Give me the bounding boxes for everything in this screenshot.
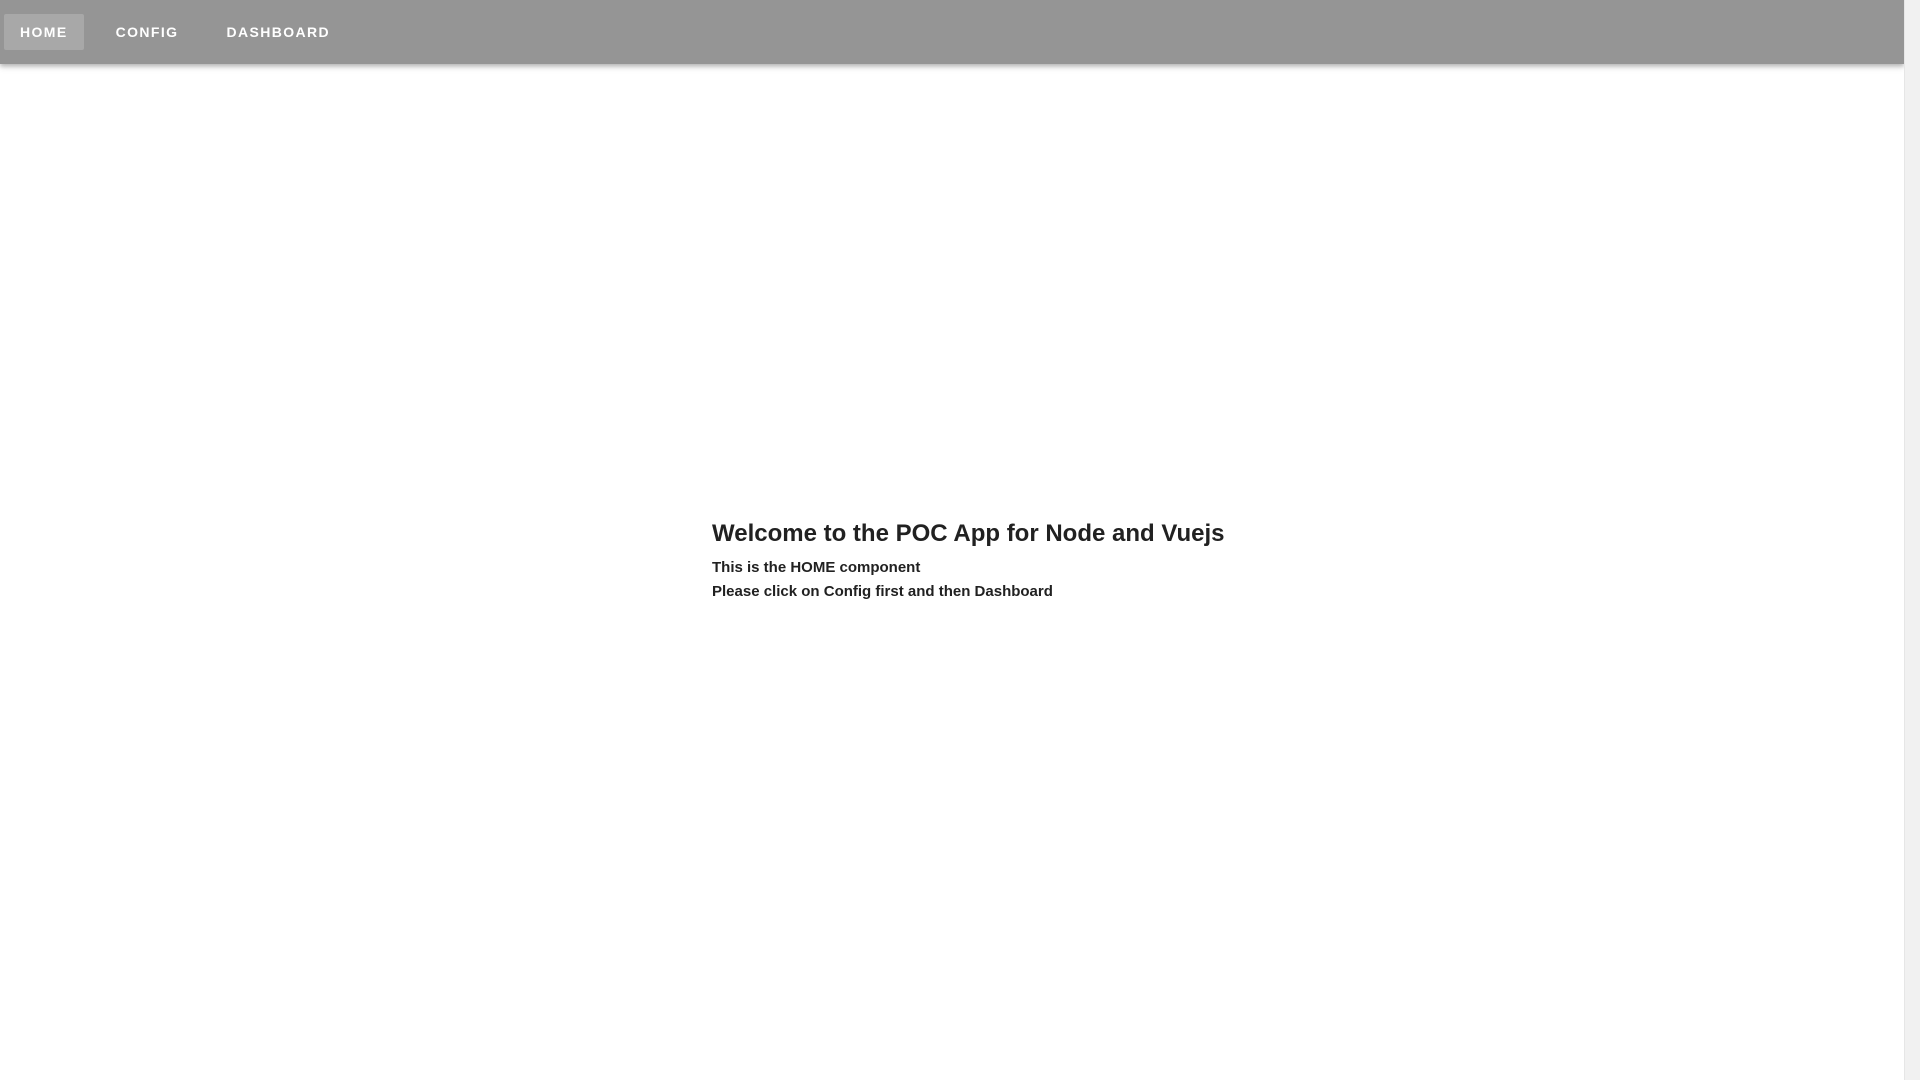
- top-toolbar: HOME CONFIG DASHBOARD: [0, 0, 1904, 64]
- page-title: Welcome to the POC App for Node and Vuej…: [712, 520, 1225, 547]
- home-content: Welcome to the POC App for Node and Vuej…: [712, 518, 1512, 604]
- nav-config-button[interactable]: CONFIG: [100, 14, 195, 50]
- nav-dashboard-button[interactable]: DASHBOARD: [210, 14, 346, 50]
- nav-home-button[interactable]: HOME: [4, 14, 84, 50]
- app-root: HOME CONFIG DASHBOARD Welcome to the POC…: [0, 0, 1920, 1080]
- component-description: This is the HOME component: [712, 559, 921, 576]
- vertical-scrollbar[interactable]: [1904, 0, 1920, 1080]
- instructions-text: Please click on Config first and then Da…: [712, 583, 1053, 600]
